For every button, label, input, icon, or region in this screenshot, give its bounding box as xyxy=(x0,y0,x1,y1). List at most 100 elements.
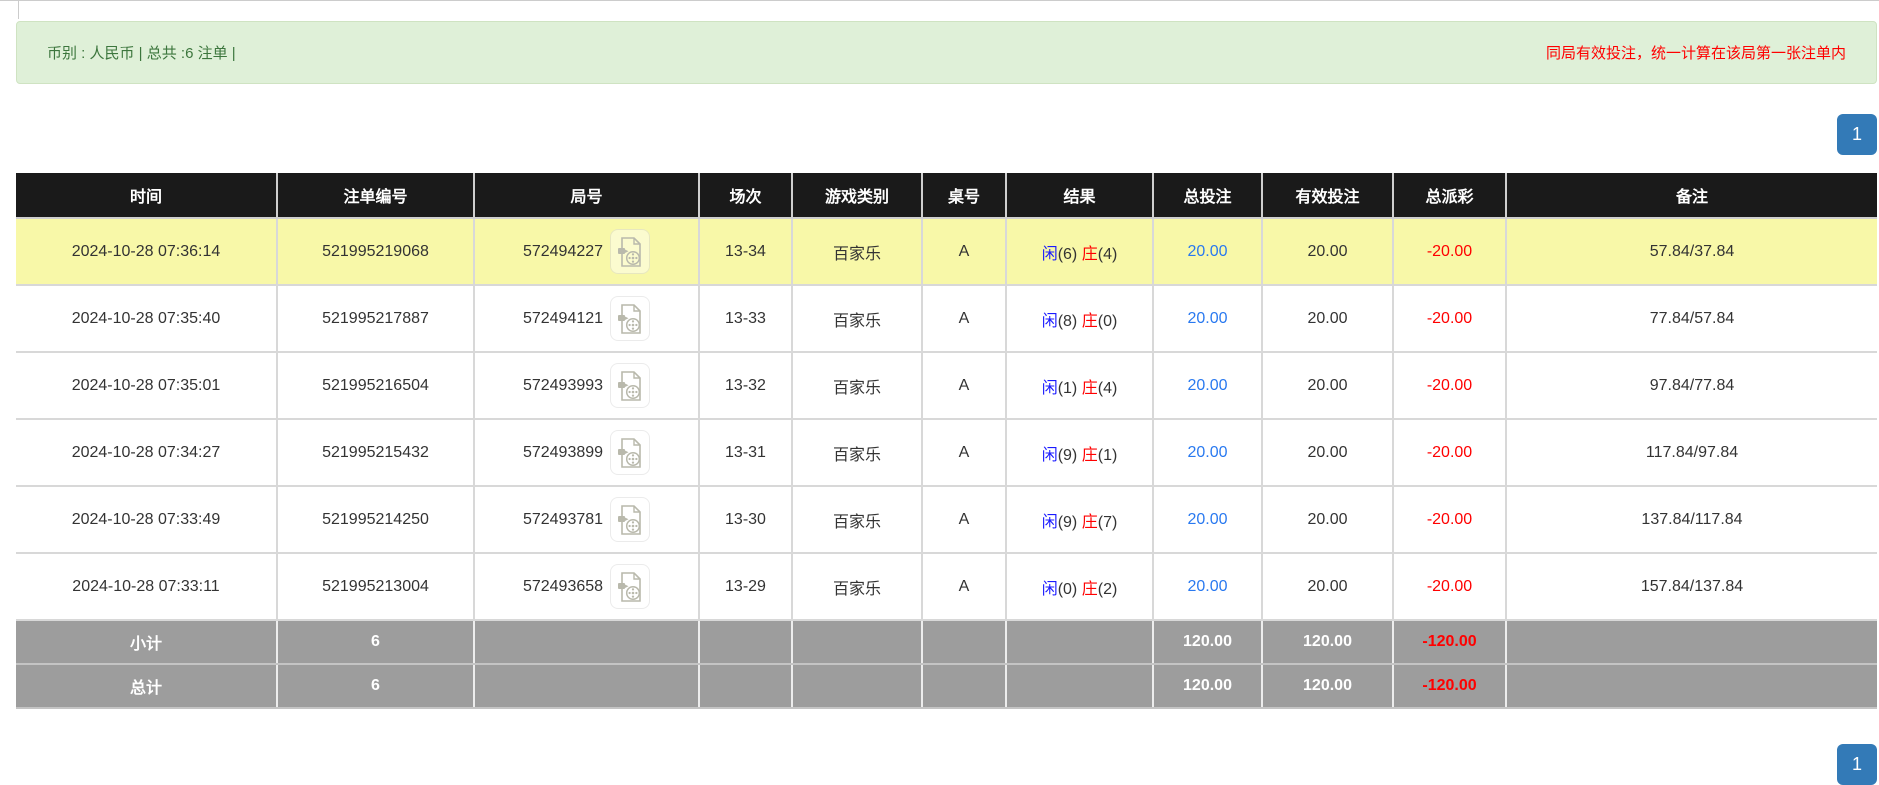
round-video-button[interactable] xyxy=(610,296,650,341)
col-header-game-type: 游戏类别 xyxy=(792,173,922,218)
session-cell: 13-33 xyxy=(699,285,792,352)
valid-bet-cell: 20.00 xyxy=(1262,285,1393,352)
banker-label: 庄 xyxy=(1082,514,1098,531)
table-row: 2024-10-28 07:35:01 521995216504 5724939… xyxy=(16,352,1877,419)
game-type-cell: 百家乐 xyxy=(792,218,922,285)
pagination-top: 1 xyxy=(0,114,1879,155)
player-label: 闲 xyxy=(1042,380,1058,397)
banker-label: 庄 xyxy=(1082,313,1098,330)
video-record-icon xyxy=(617,504,643,536)
currency-summary: 币别 : 人民币 | 总共 :6 注单 | xyxy=(47,42,236,63)
total-bet-cell: 20.00 xyxy=(1153,553,1262,620)
total-bet-cell: 20.00 xyxy=(1153,352,1262,419)
valid-bet-cell: 20.00 xyxy=(1262,553,1393,620)
session-cell: 13-30 xyxy=(699,486,792,553)
col-header-valid-bet: 有效投注 xyxy=(1262,173,1393,218)
remark-cell: 137.84/117.84 xyxy=(1506,486,1877,553)
table-code-cell: A xyxy=(922,352,1006,419)
game-type-cell: 百家乐 xyxy=(792,553,922,620)
round-video-button[interactable] xyxy=(610,363,650,408)
video-record-icon xyxy=(617,370,643,402)
player-score: (8) xyxy=(1058,313,1078,330)
video-record-icon xyxy=(617,303,643,335)
round-cell: 572493781 xyxy=(474,486,699,553)
total-bet-cell: 20.00 xyxy=(1153,419,1262,486)
total-bet-cell: 20.00 xyxy=(1153,486,1262,553)
video-record-icon xyxy=(617,571,643,603)
col-header-session: 场次 xyxy=(699,173,792,218)
session-cell: 13-29 xyxy=(699,553,792,620)
banker-score: (7) xyxy=(1098,514,1118,531)
total-bet-cell: 20.00 xyxy=(1153,285,1262,352)
session-cell: 13-32 xyxy=(699,352,792,419)
total-total-bet: 120.00 xyxy=(1153,664,1262,708)
table-code-cell: A xyxy=(922,553,1006,620)
col-header-time: 时间 xyxy=(16,173,277,218)
settlement-notice: 同局有效投注，统一计算在该局第一张注单内 xyxy=(1546,42,1846,63)
total-bet-link[interactable]: 20.00 xyxy=(1187,243,1227,260)
col-header-remark: 备注 xyxy=(1506,173,1877,218)
col-header-bet-id: 注单编号 xyxy=(277,173,474,218)
total-bet-cell: 20.00 xyxy=(1153,218,1262,285)
round-cell: 572493899 xyxy=(474,419,699,486)
col-header-table-code: 桌号 xyxy=(922,173,1006,218)
player-label: 闲 xyxy=(1042,313,1058,330)
player-score: (6) xyxy=(1058,246,1078,263)
player-label: 闲 xyxy=(1042,581,1058,598)
time-cell: 2024-10-28 07:36:14 xyxy=(16,218,277,285)
time-cell: 2024-10-28 07:33:11 xyxy=(16,553,277,620)
game-type-cell: 百家乐 xyxy=(792,285,922,352)
table-header: 时间 注单编号 局号 场次 游戏类别 桌号 结果 总投注 有效投注 总派彩 备注 xyxy=(16,173,1877,218)
table-code-cell: A xyxy=(922,486,1006,553)
table-row: 2024-10-28 07:35:40 521995217887 5724941… xyxy=(16,285,1877,352)
total-bet-link[interactable]: 20.00 xyxy=(1187,310,1227,327)
total-bet-link[interactable]: 20.00 xyxy=(1187,578,1227,595)
round-id: 572493899 xyxy=(523,444,603,462)
remark-cell: 77.84/57.84 xyxy=(1506,285,1877,352)
banker-label: 庄 xyxy=(1082,246,1098,263)
table-code-cell: A xyxy=(922,285,1006,352)
round-video-button[interactable] xyxy=(610,497,650,542)
valid-bet-cell: 20.00 xyxy=(1262,486,1393,553)
round-cell: 572493993 xyxy=(474,352,699,419)
remark-cell: 157.84/137.84 xyxy=(1506,553,1877,620)
payout-cell: -20.00 xyxy=(1393,218,1506,285)
table-body: 2024-10-28 07:36:14 521995219068 5724942… xyxy=(16,218,1877,620)
round-cell: 572494227 xyxy=(474,218,699,285)
banker-label: 庄 xyxy=(1082,447,1098,464)
remark-cell: 117.84/97.84 xyxy=(1506,419,1877,486)
game-type-cell: 百家乐 xyxy=(792,486,922,553)
player-label: 闲 xyxy=(1042,246,1058,263)
bet-id-cell: 521995217887 xyxy=(277,285,474,352)
total-bet-link[interactable]: 20.00 xyxy=(1187,444,1227,461)
round-id: 572494227 xyxy=(523,243,603,261)
page-1-button-top[interactable]: 1 xyxy=(1837,114,1877,155)
total-bet-link[interactable]: 20.00 xyxy=(1187,377,1227,394)
video-record-icon xyxy=(617,236,643,268)
table-row: 2024-10-28 07:33:49 521995214250 5724937… xyxy=(16,486,1877,553)
player-score: (0) xyxy=(1058,581,1078,598)
valid-bet-cell: 20.00 xyxy=(1262,218,1393,285)
round-video-button[interactable] xyxy=(610,564,650,609)
session-cell: 13-31 xyxy=(699,419,792,486)
round-video-button[interactable] xyxy=(610,430,650,475)
banker-score: (2) xyxy=(1098,581,1118,598)
banker-score: (0) xyxy=(1098,313,1118,330)
col-header-result: 结果 xyxy=(1006,173,1153,218)
payout-cell: -20.00 xyxy=(1393,285,1506,352)
col-header-total-bet: 总投注 xyxy=(1153,173,1262,218)
player-score: (9) xyxy=(1058,514,1078,531)
bet-id-cell: 521995213004 xyxy=(277,553,474,620)
bet-records-table: 时间 注单编号 局号 场次 游戏类别 桌号 结果 总投注 有效投注 总派彩 备注… xyxy=(16,173,1877,709)
total-valid-bet: 120.00 xyxy=(1262,664,1393,708)
round-video-button[interactable] xyxy=(610,229,650,274)
remark-cell: 57.84/37.84 xyxy=(1506,218,1877,285)
payout-cell: -20.00 xyxy=(1393,486,1506,553)
payout-cell: -20.00 xyxy=(1393,352,1506,419)
total-bet-link[interactable]: 20.00 xyxy=(1187,511,1227,528)
subtotal-total-bet: 120.00 xyxy=(1153,620,1262,664)
result-cell: 闲(8) 庄(0) xyxy=(1006,285,1153,352)
subtotal-valid-bet: 120.00 xyxy=(1262,620,1393,664)
table-row: 2024-10-28 07:33:11 521995213004 5724936… xyxy=(16,553,1877,620)
round-id: 572493993 xyxy=(523,377,603,395)
